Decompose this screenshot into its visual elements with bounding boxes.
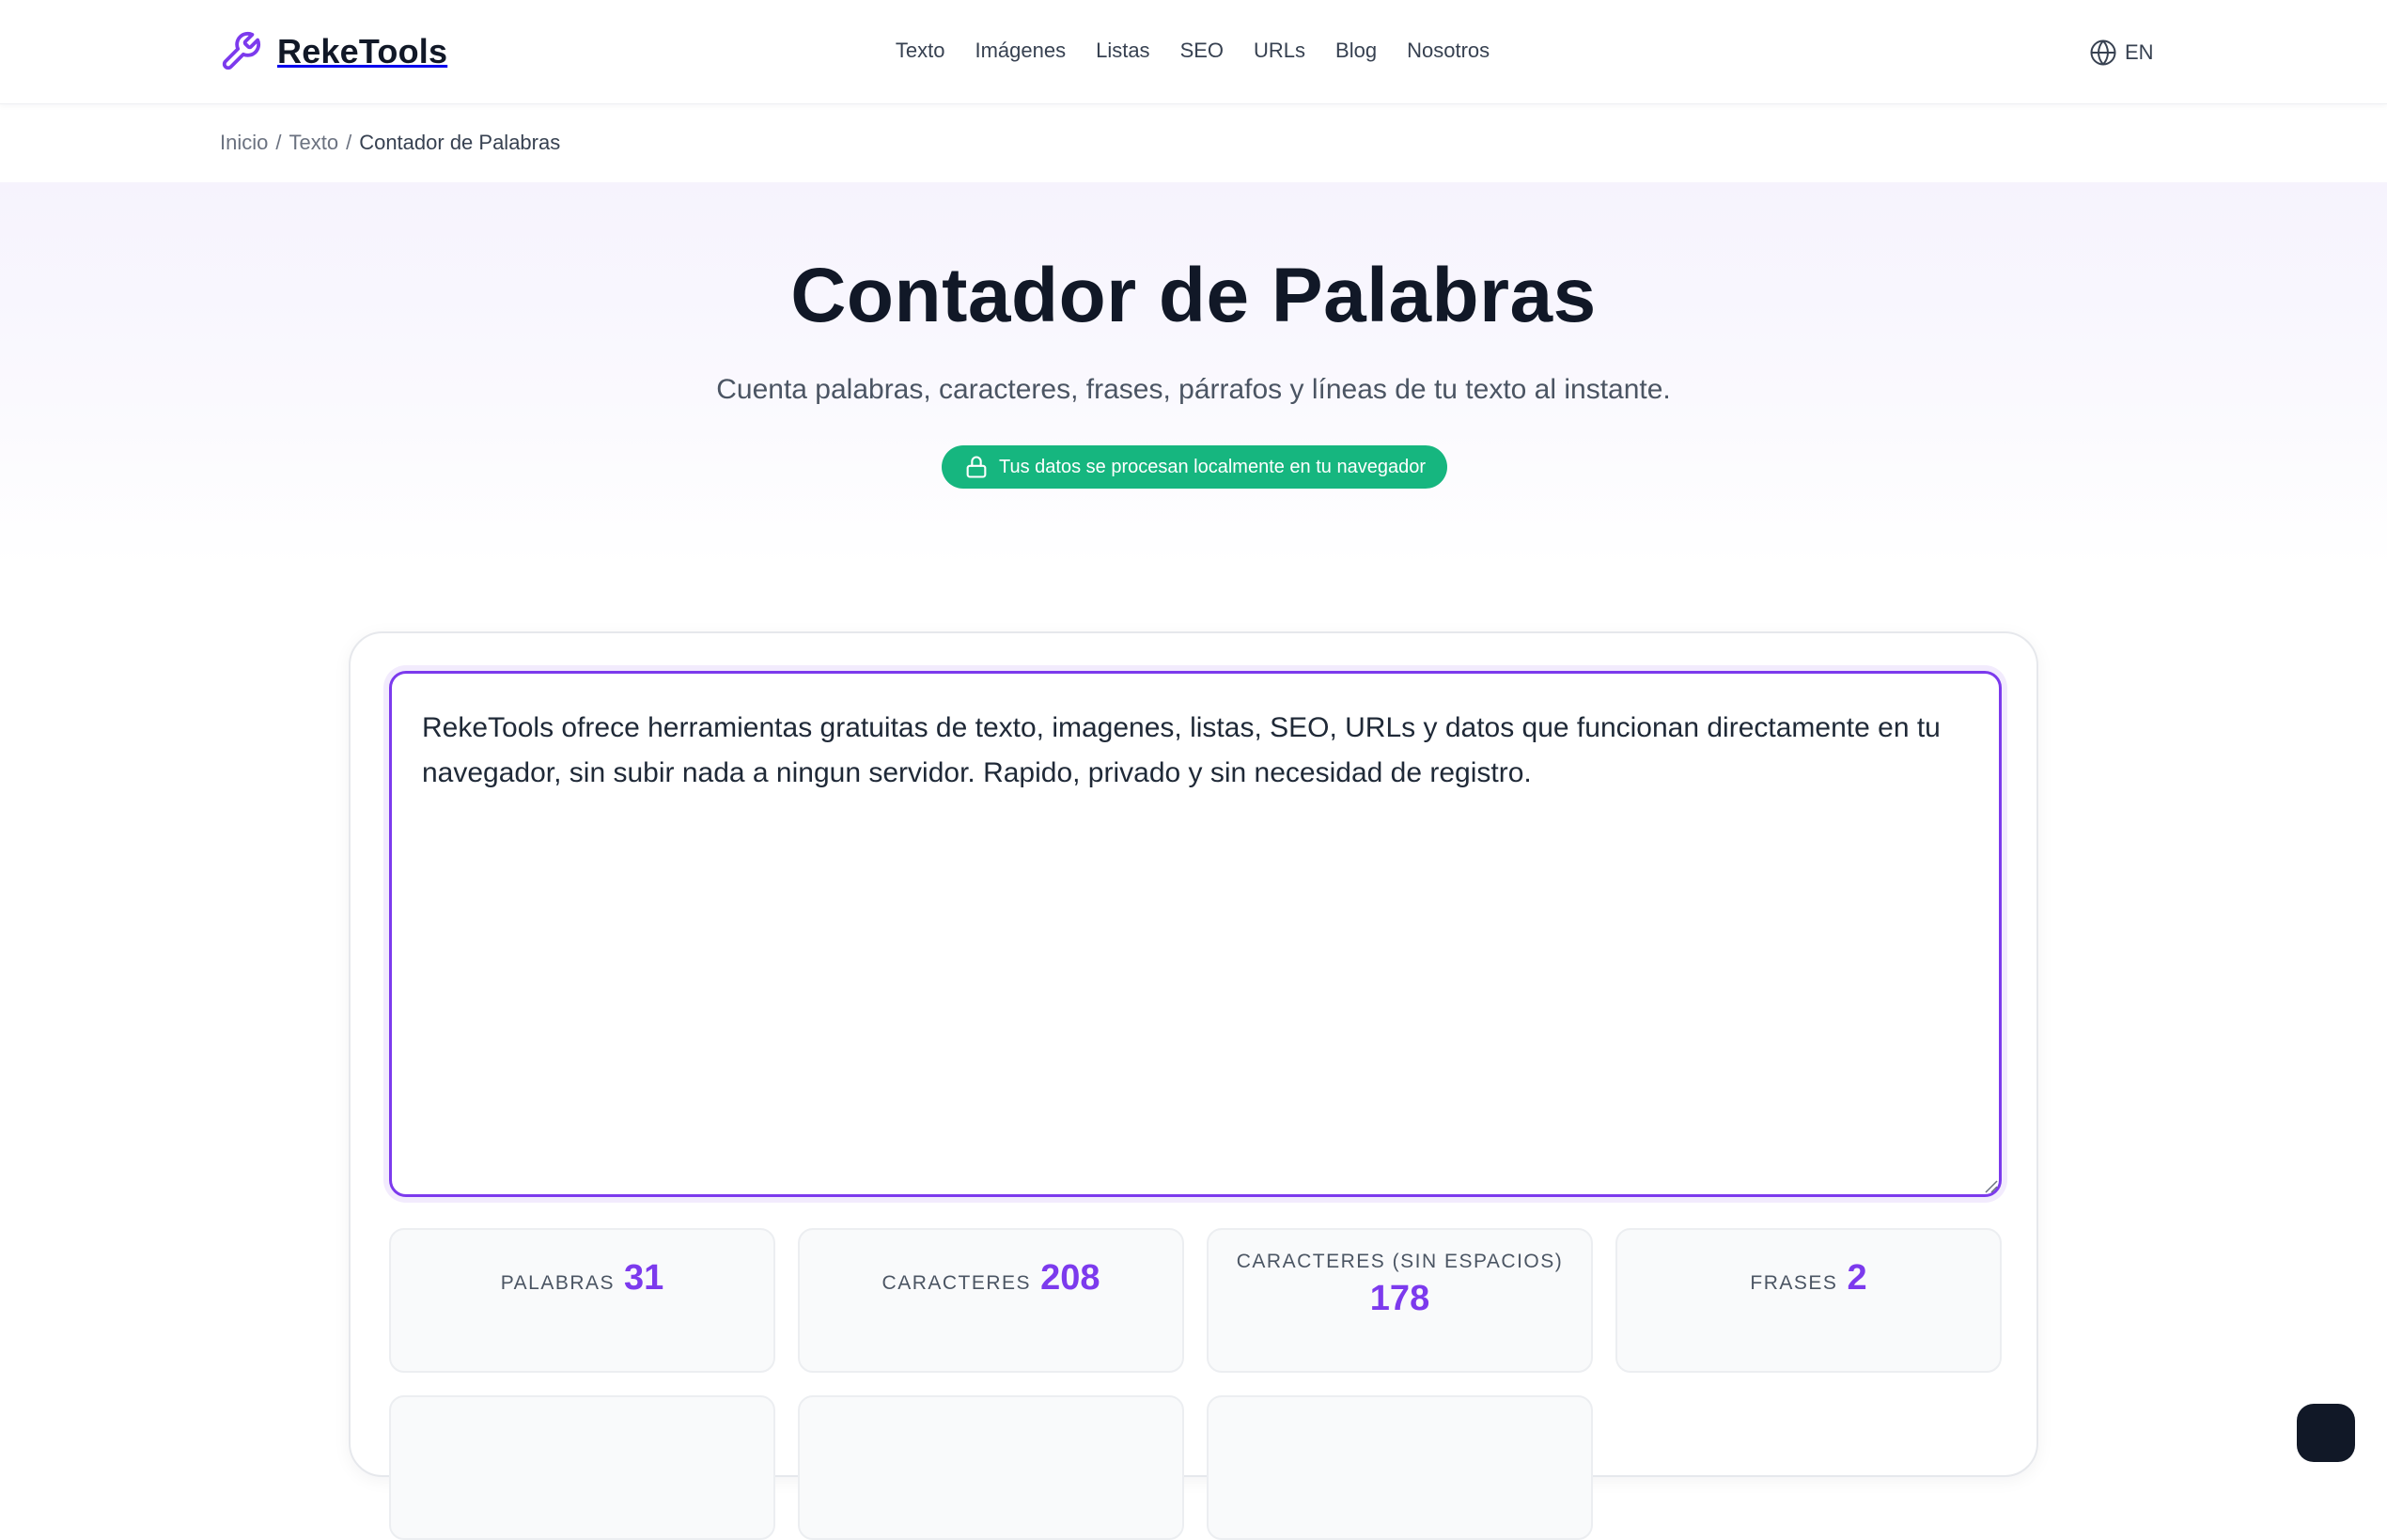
breadcrumb: Inicio / Texto / Contador de Palabras	[220, 129, 560, 157]
stat-label: FRASES	[1750, 1272, 1838, 1294]
nav-item-listas[interactable]: Listas	[1096, 32, 1149, 70]
lock-icon	[966, 456, 987, 478]
word-counter-card: RekeTools ofrece herramientas gratuitas …	[349, 631, 2038, 1540]
breadcrumb-separator: /	[346, 131, 352, 154]
breadcrumb-current: Contador de Palabras	[359, 131, 561, 154]
stat-label: PALABRAS	[500, 1272, 616, 1294]
page-subtitle: Cuenta palabras, caracteres, frases, pár…	[716, 374, 1671, 405]
nav-item-blog[interactable]: Blog	[1335, 32, 1377, 70]
hero-section: Contador de Palabras Cuenta palabras, ca…	[0, 182, 2387, 568]
stats-grid: PALABRAS 31 CARACTERES 208 CARACTERES (S…	[389, 1228, 2002, 1540]
stat-card-row2-2	[798, 1395, 1184, 1540]
breadcrumb-texto[interactable]: Texto	[289, 131, 338, 155]
language-label: EN	[2125, 40, 2154, 64]
privacy-badge-text: Tus datos se procesan localmente en tu n…	[999, 456, 1426, 477]
nav-item-nosotros[interactable]: Nosotros	[1407, 32, 1490, 70]
stat-value: 178	[1369, 1279, 1430, 1318]
privacy-badge: Tus datos se procesan localmente en tu n…	[942, 445, 1447, 489]
chat-widget-button[interactable]	[2297, 1404, 2355, 1462]
resize-handle-icon[interactable]	[1983, 1178, 1998, 1193]
stat-card-characters-no-spaces: CARACTERES (SIN ESPACIOS) 178	[1207, 1228, 1593, 1373]
breadcrumb-home[interactable]: Inicio	[220, 131, 268, 155]
stat-card-words: PALABRAS 31	[389, 1228, 775, 1373]
text-input[interactable]: RekeTools ofrece herramientas gratuitas …	[389, 671, 2002, 1197]
site-header: RekeTools Texto Imágenes Listas SEO URLs…	[0, 0, 2387, 104]
stat-value: 208	[1040, 1258, 1100, 1298]
breadcrumb-separator: /	[275, 131, 282, 154]
stat-label: CARACTERES	[881, 1272, 1032, 1294]
stat-value: 31	[624, 1258, 664, 1298]
stat-value: 2	[1847, 1258, 1867, 1298]
stat-card-characters: CARACTERES 208	[798, 1228, 1184, 1373]
nav-item-texto[interactable]: Texto	[896, 32, 945, 70]
globe-icon	[2090, 39, 2116, 66]
main-nav: Texto Imágenes Listas SEO URLs Blog Noso…	[0, 32, 2387, 70]
page-title: Contador de Palabras	[790, 253, 1597, 338]
language-switcher[interactable]: EN	[2089, 34, 2154, 71]
nav-item-seo[interactable]: SEO	[1180, 32, 1224, 70]
stat-card-row2-1	[389, 1395, 775, 1540]
nav-item-imagenes[interactable]: Imágenes	[975, 32, 1066, 70]
nav-item-urls[interactable]: URLs	[1254, 32, 1305, 70]
stat-label: CARACTERES (SIN ESPACIOS)	[1236, 1251, 1564, 1272]
stat-card-sentences: FRASES 2	[1615, 1228, 2002, 1373]
stat-card-row2-3	[1207, 1395, 1593, 1540]
